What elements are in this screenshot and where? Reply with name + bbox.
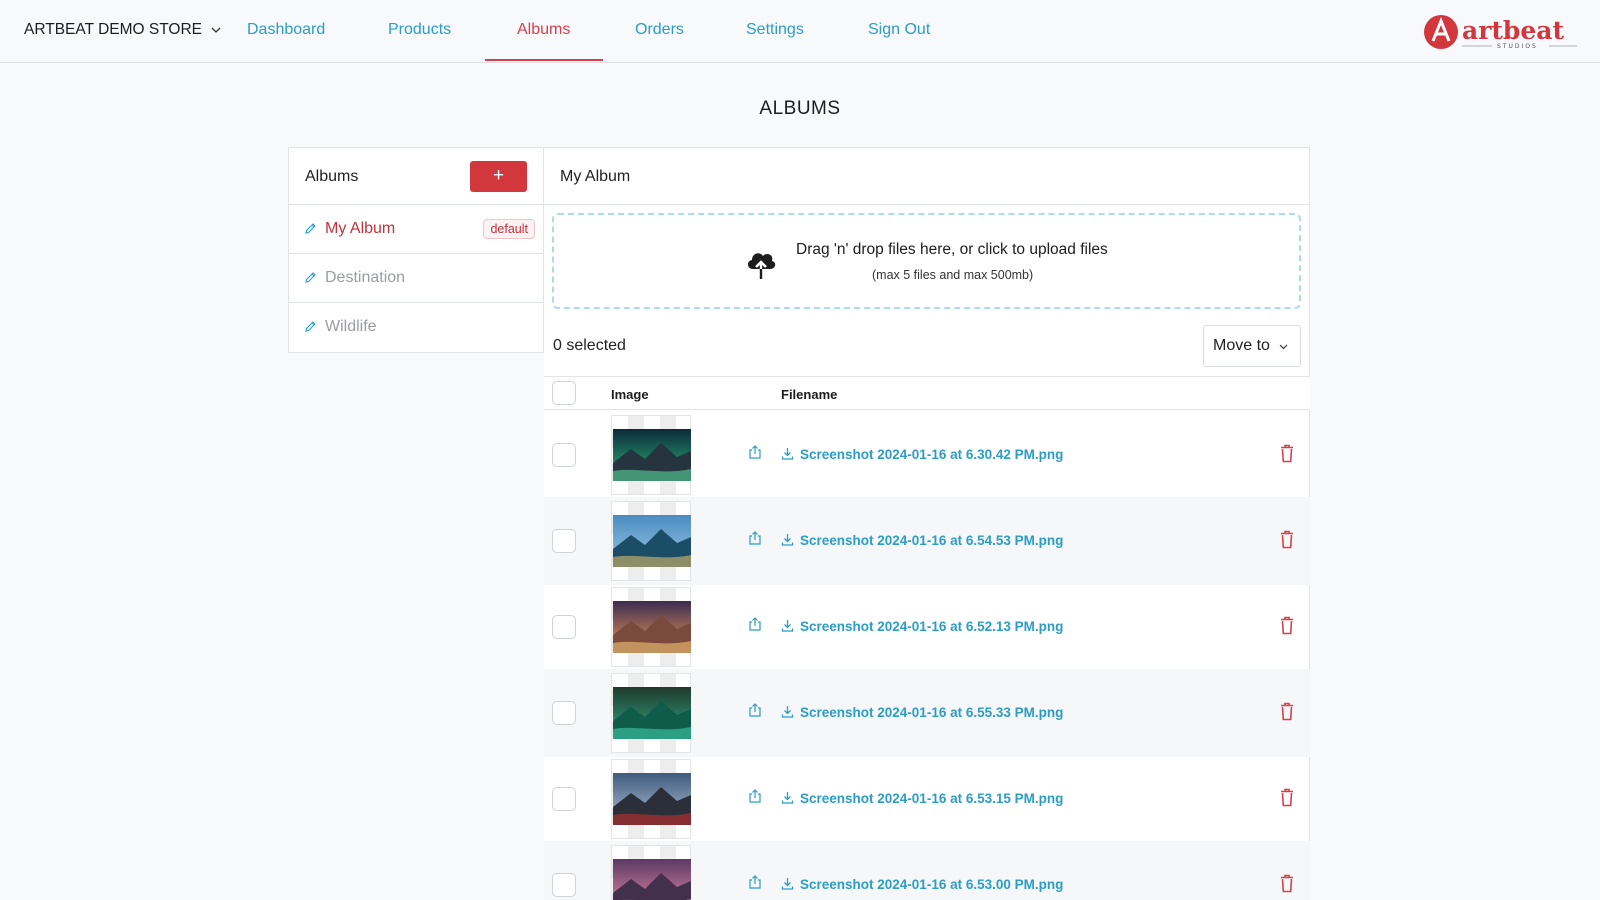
table-row: Screenshot 2024-01-16 at 6.53.15 PM.png [544,755,1310,843]
download-icon [781,448,794,460]
thumbnail[interactable] [611,501,691,581]
row-checkbox[interactable] [552,529,576,553]
thumbnail[interactable] [611,845,691,900]
select-all-checkbox[interactable] [552,381,576,405]
cloud-upload-icon [747,253,776,279]
trash-icon[interactable] [1280,444,1294,463]
store-switcher[interactable]: ARTBEAT DEMO STORE [24,21,221,39]
active-tab-indicator [485,59,603,61]
album-item-wildlife[interactable]: Wildlife [289,303,543,352]
default-badge: default [483,219,535,239]
album-title: My Album [560,168,631,185]
filename-link[interactable]: Screenshot 2024-01-16 at 6.30.42 PM.png [800,447,1063,462]
thumbnail[interactable] [611,415,691,495]
filename-link[interactable]: Screenshot 2024-01-16 at 6.53.15 PM.png [800,791,1063,806]
download-icon [781,534,794,546]
row-checkbox[interactable] [552,701,576,725]
page-title: ALBUMS [759,98,841,119]
nav-products[interactable]: Products [388,21,451,39]
album-name: Destination [325,269,406,286]
artbeat-logo: artbeat STUDIOS [1424,15,1577,50]
table-row: Screenshot 2024-01-16 at 6.52.13 PM.png [544,583,1310,671]
table-row: Screenshot 2024-01-16 at 6.53.00 PM.png [544,841,1310,900]
add-album-button[interactable]: + [470,161,527,192]
selected-count: 0 selected [553,337,626,354]
trash-icon[interactable] [1280,702,1294,721]
table-row: Screenshot 2024-01-16 at 6.30.42 PM.png [544,411,1310,499]
move-to-label: Move to [1213,337,1270,354]
album-detail-panel: My Album Drag 'n' drop files here, or cl… [544,147,1310,900]
album-item-destination[interactable]: Destination [289,254,543,303]
store-name: ARTBEAT DEMO STORE [24,21,203,38]
top-navbar: ARTBEAT DEMO STORE Dashboard Products Al… [0,0,1600,63]
upload-limits: (max 5 files and max 500mb) [872,268,1034,282]
trash-icon[interactable] [1280,788,1294,807]
nav-settings[interactable]: Settings [746,21,804,39]
trash-icon[interactable] [1280,616,1294,635]
row-checkbox[interactable] [552,615,576,639]
download-icon [781,620,794,632]
upload-instructions: Drag 'n' drop files here, or click to up… [796,241,1108,258]
trash-icon[interactable] [1280,530,1294,549]
thumbnail[interactable] [611,759,691,839]
pencil-icon[interactable] [304,271,317,284]
album-detail-header: My Album [544,148,1309,205]
share-icon[interactable] [748,444,762,460]
share-icon[interactable] [748,616,762,632]
svg-text:STUDIOS: STUDIOS [1497,43,1538,50]
column-filename: Filename [781,387,838,402]
chevron-down-icon [211,27,221,33]
table-row: Screenshot 2024-01-16 at 6.54.53 PM.png [544,497,1310,585]
thumbnail[interactable] [611,673,691,753]
filename-link[interactable]: Screenshot 2024-01-16 at 6.53.00 PM.png [800,877,1063,892]
albums-panel: Albums + My Album default Destination Wi… [288,147,544,353]
download-icon [781,706,794,718]
thumbnail-image [613,687,691,739]
thumbnail[interactable] [611,587,691,667]
thumbnail-image [613,515,691,567]
albums-heading: Albums [305,168,359,185]
thumbnail-image [613,601,691,653]
album-item-my-album[interactable]: My Album default [289,205,543,254]
album-name: My Album [325,220,396,237]
nav-albums[interactable]: Albums [517,21,570,39]
chevron-down-icon [1279,344,1288,350]
thumbnail-image [613,773,691,825]
files-table-header: Image Filename [544,376,1310,410]
row-checkbox[interactable] [552,443,576,467]
pencil-icon[interactable] [304,222,317,235]
nav-sign-out[interactable]: Sign Out [868,21,930,39]
download-icon [781,792,794,804]
album-name: Wildlife [325,318,377,335]
filename-link[interactable]: Screenshot 2024-01-16 at 6.54.53 PM.png [800,533,1063,548]
thumbnail-image [613,859,691,900]
share-icon[interactable] [748,874,762,890]
move-to-dropdown[interactable]: Move to [1203,325,1301,367]
trash-icon[interactable] [1280,874,1294,893]
nav-dashboard[interactable]: Dashboard [247,21,325,39]
share-icon[interactable] [748,788,762,804]
albums-header: Albums + [289,148,543,205]
nav-orders[interactable]: Orders [635,21,684,39]
download-icon [781,878,794,890]
row-checkbox[interactable] [552,873,576,897]
filename-link[interactable]: Screenshot 2024-01-16 at 6.55.33 PM.png [800,705,1063,720]
share-icon[interactable] [748,530,762,546]
filename-link[interactable]: Screenshot 2024-01-16 at 6.52.13 PM.png [800,619,1063,634]
pencil-icon[interactable] [304,320,317,333]
thumbnail-image [613,429,691,481]
share-icon[interactable] [748,702,762,718]
table-row: Screenshot 2024-01-16 at 6.55.33 PM.png [544,669,1310,757]
svg-text:artbeat: artbeat [1462,16,1565,45]
upload-dropzone[interactable]: Drag 'n' drop files here, or click to up… [552,213,1301,309]
row-checkbox[interactable] [552,787,576,811]
column-image: Image [611,387,649,402]
